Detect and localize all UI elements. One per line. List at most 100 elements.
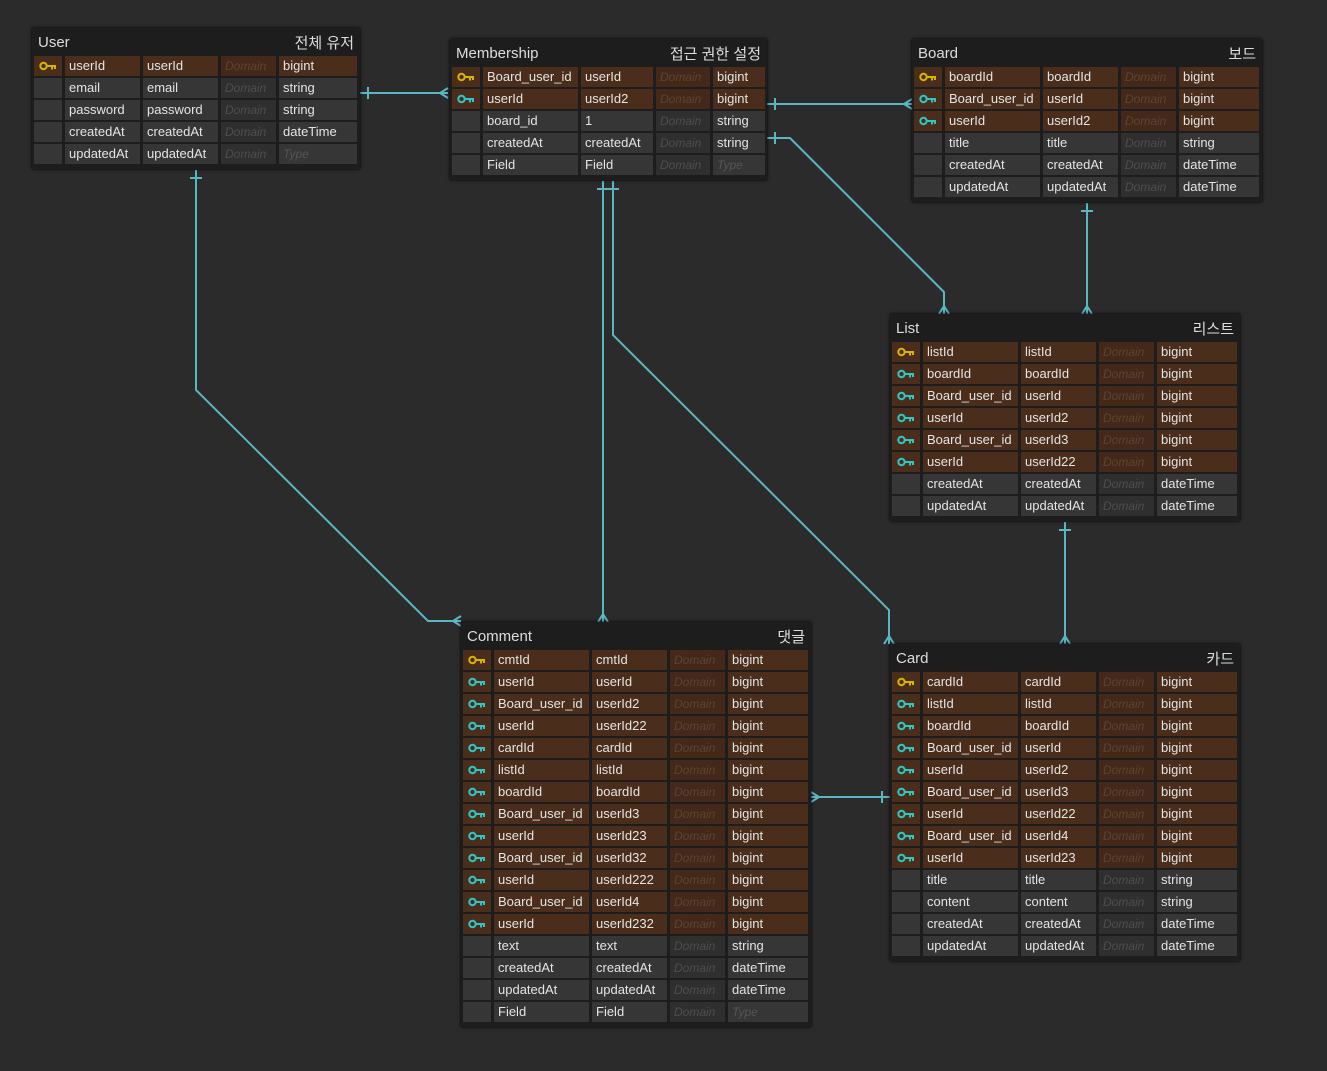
physical-name[interactable]: boardId bbox=[923, 716, 1018, 736]
type-cell[interactable]: bigint bbox=[1157, 694, 1237, 714]
logical-name[interactable]: createdAt bbox=[581, 133, 653, 153]
physical-name[interactable]: Board_user_id bbox=[923, 430, 1018, 450]
type-cell[interactable]: bigint bbox=[728, 826, 808, 846]
type-cell[interactable]: bigint bbox=[1157, 672, 1237, 692]
domain-cell[interactable]: Domain bbox=[1099, 804, 1154, 824]
type-cell[interactable]: bigint bbox=[1179, 89, 1259, 109]
domain-cell[interactable]: Domain bbox=[656, 89, 710, 109]
physical-name[interactable]: boardId bbox=[494, 782, 589, 802]
logical-name[interactable]: userId2 bbox=[581, 89, 653, 109]
type-cell[interactable]: string bbox=[279, 78, 357, 98]
domain-cell[interactable]: Domain bbox=[670, 760, 725, 780]
logical-name[interactable]: password bbox=[143, 100, 218, 120]
column-row[interactable]: Board_user_id userId Domain bigint bbox=[892, 386, 1238, 406]
column-row[interactable]: Field Field Domain Type bbox=[452, 155, 765, 175]
column-row[interactable]: Board_user_id userId4 Domain bigint bbox=[892, 826, 1238, 846]
table-header[interactable]: List 리스트 bbox=[892, 314, 1238, 342]
logical-name[interactable]: createdAt bbox=[1043, 155, 1118, 175]
domain-cell[interactable]: Domain bbox=[1099, 936, 1154, 956]
logical-name[interactable]: userId22 bbox=[1021, 452, 1096, 472]
column-row[interactable]: boardId boardId Domain bigint bbox=[892, 364, 1238, 384]
domain-cell[interactable]: Domain bbox=[670, 892, 725, 912]
domain-cell[interactable]: Domain bbox=[1099, 716, 1154, 736]
logical-name[interactable]: cardId bbox=[1021, 672, 1096, 692]
type-cell[interactable]: dateTime bbox=[1157, 936, 1237, 956]
physical-name[interactable]: Board_user_id bbox=[923, 738, 1018, 758]
column-row[interactable]: updatedAt updatedAt Domain dateTime bbox=[892, 936, 1238, 956]
table-header[interactable]: Membership 접근 권한 설정 bbox=[452, 39, 765, 67]
type-cell[interactable]: bigint bbox=[1179, 67, 1259, 87]
logical-name[interactable]: userId2 bbox=[1021, 408, 1096, 428]
physical-name[interactable]: userId bbox=[923, 408, 1018, 428]
physical-name[interactable]: Board_user_id bbox=[494, 694, 589, 714]
physical-name[interactable]: createdAt bbox=[945, 155, 1040, 175]
column-row[interactable]: createdAt createdAt Domain dateTime bbox=[463, 958, 809, 978]
physical-name[interactable]: Board_user_id bbox=[923, 386, 1018, 406]
type-cell[interactable]: bigint bbox=[1157, 760, 1237, 780]
type-cell[interactable]: bigint bbox=[1157, 716, 1237, 736]
logical-name[interactable]: userId bbox=[143, 56, 218, 76]
logical-name[interactable]: userId3 bbox=[1021, 782, 1096, 802]
domain-cell[interactable]: Domain bbox=[1099, 408, 1154, 428]
logical-name[interactable]: userId bbox=[592, 672, 667, 692]
relation-membership-comment[interactable] bbox=[597, 181, 609, 623]
column-row[interactable]: Board_user_id userId3 Domain bigint bbox=[463, 804, 809, 824]
physical-name[interactable]: userId bbox=[483, 89, 578, 109]
type-cell[interactable]: bigint bbox=[1157, 848, 1237, 868]
type-cell[interactable]: bigint bbox=[728, 672, 808, 692]
table-user[interactable]: User 전체 유저 userId userId Domain bigint em… bbox=[32, 28, 360, 169]
physical-name[interactable]: updatedAt bbox=[945, 177, 1040, 197]
type-cell[interactable]: Type bbox=[713, 155, 765, 175]
physical-name[interactable]: cardId bbox=[494, 738, 589, 758]
type-cell[interactable]: string bbox=[279, 100, 357, 120]
physical-name[interactable]: title bbox=[945, 133, 1040, 153]
domain-cell[interactable]: Domain bbox=[670, 1002, 725, 1022]
logical-name[interactable]: updatedAt bbox=[143, 144, 218, 164]
type-cell[interactable]: dateTime bbox=[279, 122, 357, 142]
column-row[interactable]: boardId boardId Domain bigint bbox=[914, 67, 1260, 87]
domain-cell[interactable]: Domain bbox=[1099, 826, 1154, 846]
column-row[interactable]: createdAt createdAt Domain dateTime bbox=[34, 122, 358, 142]
type-cell[interactable]: bigint bbox=[1157, 782, 1237, 802]
column-row[interactable]: listId listId Domain bigint bbox=[892, 694, 1238, 714]
logical-name[interactable]: cardId bbox=[592, 738, 667, 758]
domain-cell[interactable]: Domain bbox=[670, 914, 725, 934]
logical-name[interactable]: updatedAt bbox=[1043, 177, 1118, 197]
domain-cell[interactable]: Domain bbox=[656, 155, 710, 175]
physical-name[interactable]: cmtId bbox=[494, 650, 589, 670]
physical-name[interactable]: listId bbox=[494, 760, 589, 780]
logical-name[interactable]: userId23 bbox=[592, 826, 667, 846]
table-header[interactable]: Board 보드 bbox=[914, 39, 1260, 67]
physical-name[interactable]: Board_user_id bbox=[923, 826, 1018, 846]
type-cell[interactable]: bigint bbox=[1157, 738, 1237, 758]
logical-name[interactable]: userId4 bbox=[592, 892, 667, 912]
column-row[interactable]: updatedAt updatedAt Domain dateTime bbox=[914, 177, 1260, 197]
column-row[interactable]: content content Domain string bbox=[892, 892, 1238, 912]
logical-name[interactable]: userId232 bbox=[592, 914, 667, 934]
table-list[interactable]: List 리스트 listId listId Domain bigint boar… bbox=[890, 314, 1240, 521]
type-cell[interactable]: bigint bbox=[1179, 111, 1259, 131]
physical-name[interactable]: userId bbox=[494, 716, 589, 736]
table-comment[interactable]: Comment 댓글 cmtId cmtId Domain bigint user… bbox=[461, 622, 811, 1027]
domain-cell[interactable]: Domain bbox=[221, 100, 276, 120]
relation-membership-card[interactable] bbox=[607, 181, 895, 645]
column-row[interactable]: listId listId Domain bigint bbox=[463, 760, 809, 780]
physical-name[interactable]: listId bbox=[923, 342, 1018, 362]
domain-cell[interactable]: Domain bbox=[1121, 89, 1176, 109]
column-row[interactable]: updatedAt updatedAt Domain dateTime bbox=[892, 496, 1238, 516]
column-row[interactable]: userId userId22 Domain bigint bbox=[892, 804, 1238, 824]
column-row[interactable]: listId listId Domain bigint bbox=[892, 342, 1238, 362]
logical-name[interactable]: userId222 bbox=[592, 870, 667, 890]
column-row[interactable]: Board_user_id userId Domain bigint bbox=[914, 89, 1260, 109]
type-cell[interactable]: string bbox=[1157, 892, 1237, 912]
domain-cell[interactable]: Domain bbox=[221, 122, 276, 142]
physical-name[interactable]: createdAt bbox=[483, 133, 578, 153]
logical-name[interactable]: userId23 bbox=[1021, 848, 1096, 868]
table-board[interactable]: Board 보드 boardId boardId Domain bigint Bo… bbox=[912, 39, 1262, 202]
type-cell[interactable]: string bbox=[728, 936, 808, 956]
column-row[interactable]: userId userId22 Domain bigint bbox=[463, 716, 809, 736]
column-row[interactable]: createdAt createdAt Domain dateTime bbox=[914, 155, 1260, 175]
logical-name[interactable]: userId4 bbox=[1021, 826, 1096, 846]
domain-cell[interactable]: Domain bbox=[1099, 452, 1154, 472]
domain-cell[interactable]: Domain bbox=[670, 958, 725, 978]
